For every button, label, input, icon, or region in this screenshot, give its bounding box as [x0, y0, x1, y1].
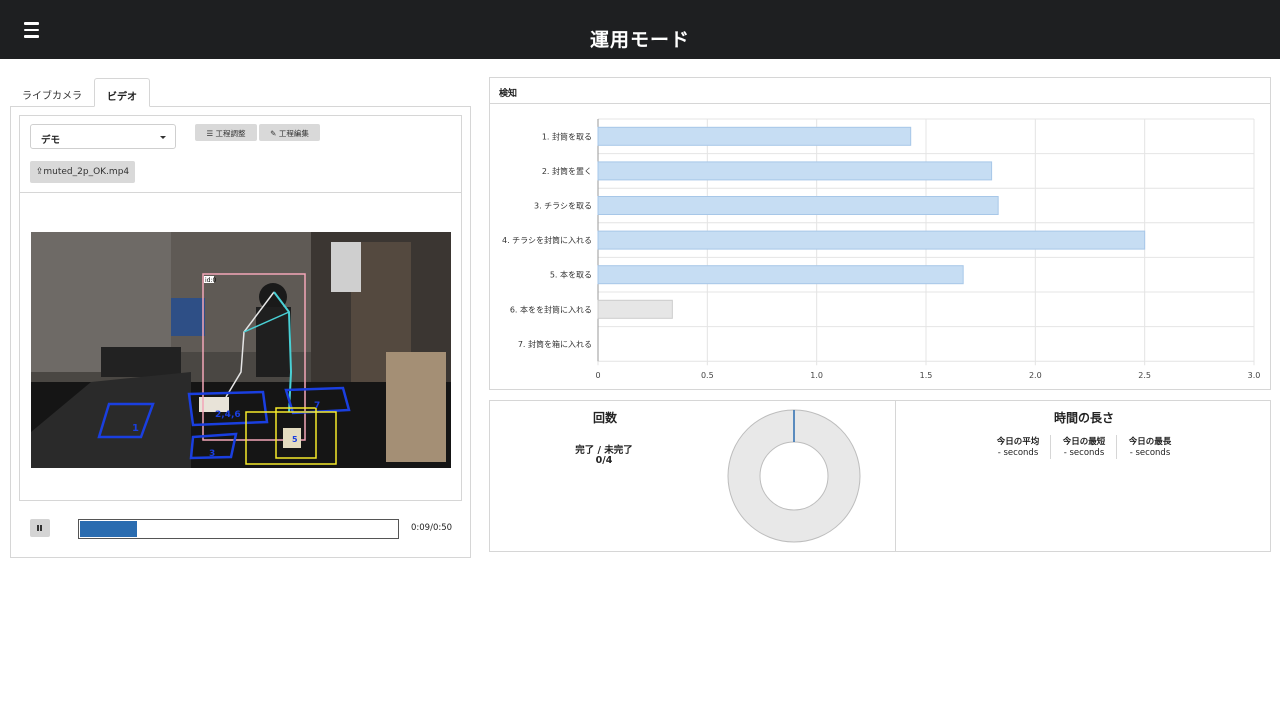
- y-tick-label: 1. 封筒を取る: [542, 131, 592, 141]
- overlay-zone-3: 3: [209, 449, 215, 459]
- y-tick-label: 7. 封筒を箱に入れる: [518, 339, 592, 349]
- overlay-zone-7: 7: [314, 401, 320, 411]
- stat-longest-label: 今日の最長: [1128, 437, 1172, 447]
- overlay-id-label: id:0: [205, 277, 216, 284]
- process-select[interactable]: デモ: [30, 124, 176, 149]
- stat-longest: 今日の最長 - seconds: [1117, 435, 1183, 458]
- stat-shortest-value: - seconds: [1063, 448, 1105, 458]
- video-progress-bar[interactable]: [78, 519, 399, 539]
- bar: [597, 230, 1146, 250]
- edit-icon: ✎: [270, 129, 279, 138]
- stat-average: 今日の平均 - seconds: [985, 435, 1051, 458]
- overlay-zone-246: 2,4,6: [215, 410, 241, 420]
- y-tick-label: 2. 封筒を置く: [542, 166, 592, 176]
- bar: [597, 126, 912, 146]
- y-tick-label: 4. チラシを封筒に入れる: [502, 235, 592, 245]
- pause-icon-bar: [40, 525, 42, 531]
- adjust-process-label: 工程調整: [215, 129, 246, 138]
- stat-average-label: 今日の平均: [996, 437, 1040, 447]
- detection-chart: 0 0.5 1.0 1.5 2.0 2.5 3.0 1. 封筒を取る 2. 封筒を置く 3. チラ…: [502, 118, 1261, 380]
- bar: [597, 196, 999, 215]
- stat-shortest: 今日の最短 - seconds: [1051, 435, 1117, 458]
- count-donut-chart: [727, 409, 861, 543]
- count-title: 回数: [592, 411, 617, 425]
- page-title: 運用モード: [589, 29, 690, 51]
- y-tick-label: 3. チラシを取る: [534, 202, 592, 211]
- sliders-icon: ☰: [206, 129, 216, 138]
- video-progress-fill: [80, 521, 137, 537]
- stat-longest-value: - seconds: [1129, 448, 1171, 458]
- stat-average-value: - seconds: [997, 448, 1039, 458]
- video-panel: デモ ☰ 工程調整 ✎ 工程編集 ⇪muted_2p_OK.mp4 id:0 1…: [10, 106, 471, 558]
- x-tick-label: 2.0: [1029, 371, 1042, 380]
- video-frame[interactable]: id:0 1 2,4,6 7 3 5: [31, 232, 451, 468]
- count-label: 完了 / 未完了: [575, 445, 633, 456]
- upload-file-button[interactable]: ⇪muted_2p_OK.mp4: [30, 161, 135, 183]
- detection-panel: 検知 0 0.5 1.0 1.5 2.0 2.5 3.0 1. 封筒を取る 2. 封筒を置く 3.…: [489, 77, 1271, 390]
- video-box: デモ ☰ 工程調整 ✎ 工程編集 ⇪muted_2p_OK.mp4 id:0 1…: [19, 115, 462, 501]
- duration-title: 時間の長さ: [1053, 411, 1114, 425]
- stat-shortest-label: 今日の最短: [1062, 437, 1106, 447]
- pause-button[interactable]: [30, 519, 50, 537]
- overlay-zone-5: 5: [292, 435, 298, 444]
- top-bar: 運用モード: [0, 0, 1280, 59]
- bar: [597, 161, 993, 181]
- tab-video[interactable]: ビデオ: [94, 78, 150, 107]
- x-tick-label: 2.5: [1138, 371, 1151, 380]
- chevron-down-icon: [160, 136, 166, 139]
- edit-process-label: 工程編集: [278, 129, 309, 138]
- y-tick-label: 6. 本をを封筒に入れる: [510, 304, 592, 314]
- count-value: 0/4: [595, 455, 613, 466]
- adjust-process-button[interactable]: ☰ 工程調整: [195, 124, 257, 141]
- edit-process-button[interactable]: ✎ 工程編集: [259, 124, 320, 141]
- stats-panel: 回数 完了 / 未完了 0/4 時間の長さ 今日の平均 - seconds 今日…: [489, 400, 1271, 552]
- x-tick-label: 1.5: [920, 371, 933, 380]
- pause-icon: [37, 525, 39, 531]
- x-tick-label: 3.0: [1248, 371, 1261, 380]
- file-name-label: muted_2p_OK.mp4: [43, 167, 130, 177]
- tab-live-camera[interactable]: ライブカメラ: [10, 78, 94, 107]
- x-tick-label: 0.5: [701, 371, 714, 380]
- video-controls: デモ ☰ 工程調整 ✎ 工程編集 ⇪muted_2p_OK.mp4: [20, 116, 461, 193]
- bar: [597, 265, 964, 285]
- x-tick-label: 1.0: [810, 371, 823, 380]
- overlay-zone-1: 1: [132, 423, 139, 434]
- video-time: 0:09/0:50: [411, 523, 453, 533]
- donut-inner-edge: [759, 441, 829, 511]
- x-tick-label: 0: [595, 371, 600, 380]
- detection-title: 検知: [490, 78, 1270, 104]
- bar: [597, 299, 673, 319]
- process-select-value: デモ: [41, 135, 61, 146]
- y-tick-label: 5. 本を取る: [550, 270, 592, 280]
- video-frame-image: id:0 1 2,4,6 7 3 5: [31, 232, 451, 468]
